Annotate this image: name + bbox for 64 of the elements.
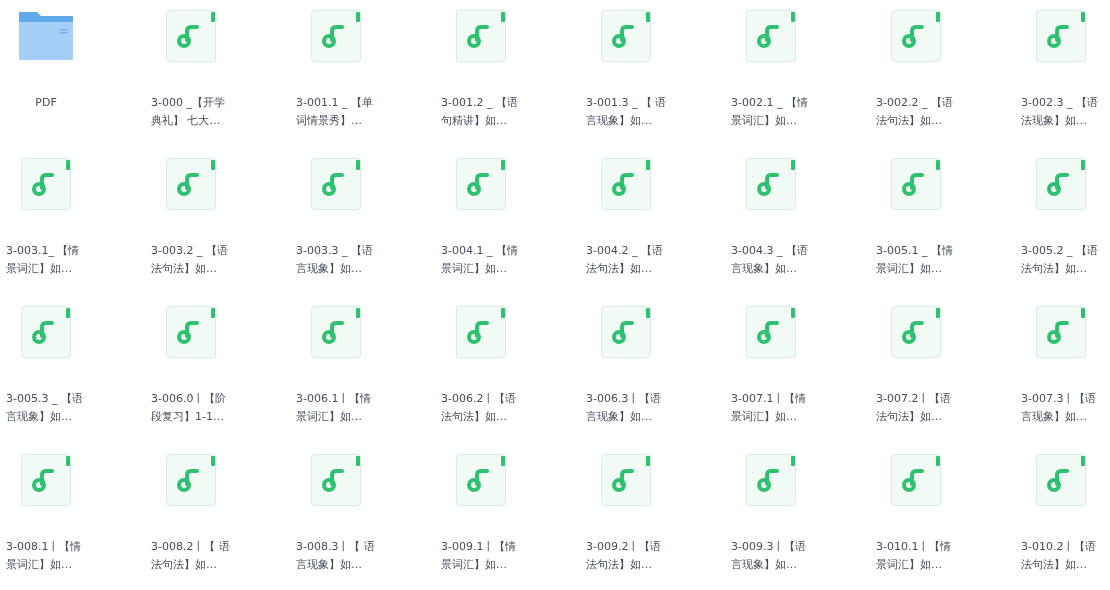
audio-file-icon — [311, 306, 361, 358]
file-name[interactable]: 3-008.3丨【 语 言现象】如… — [296, 538, 376, 574]
file-name[interactable]: 3-001.3 _ 【 语 言现象】如… — [586, 94, 666, 130]
audio-file-icon — [601, 10, 651, 62]
file-name[interactable]: 3-005.1 _ 【情 景词汇】如… — [876, 242, 956, 278]
audio-file-icon — [1036, 10, 1086, 62]
audio-file-icon — [1036, 158, 1086, 210]
file-name[interactable]: 3-001.1 _ 【单 词情景秀】… — [296, 94, 376, 130]
audio-file-icon — [311, 10, 361, 62]
file-name[interactable]: PDF — [6, 94, 86, 112]
file-name[interactable]: 3-000 _【开学 典礼】 七大… — [151, 94, 231, 130]
audio-file-icon — [601, 306, 651, 358]
file-name[interactable]: 3-004.1 _ 【情 景词汇】如… — [441, 242, 521, 278]
file-name[interactable]: 3-006.0丨【阶 段复习】1-1… — [151, 390, 231, 426]
audio-file-icon — [601, 454, 651, 506]
audio-file-icon — [746, 306, 796, 358]
audio-file-icon — [21, 306, 71, 358]
audio-file-icon — [746, 454, 796, 506]
file-name[interactable]: 3-002.1 _ 【情 景词汇】如… — [731, 94, 811, 130]
file-name[interactable]: 3-005.2 _ 【语 法句法】如… — [1021, 242, 1101, 278]
file-name[interactable]: 3-008.2丨【 语 法句法】如… — [151, 538, 231, 574]
audio-file-icon — [311, 454, 361, 506]
audio-file-icon — [601, 158, 651, 210]
audio-file-icon — [456, 306, 506, 358]
audio-file-icon — [166, 10, 216, 62]
audio-file-icon — [891, 10, 941, 62]
audio-file-icon — [166, 306, 216, 358]
file-name[interactable]: 3-002.2 _ 【语 法句法】如… — [876, 94, 956, 130]
folder-icon — [17, 10, 75, 62]
file-name[interactable]: 3-003.2 _ 【语 法句法】如… — [151, 242, 231, 278]
audio-file-icon — [311, 158, 361, 210]
file-name[interactable]: 3-007.3丨【语 言现象】如… — [1021, 390, 1101, 426]
file-name[interactable]: 3-009.1丨【情 景词汇】如… — [441, 538, 521, 574]
file-name[interactable]: 3-004.3 _ 【语 言现象】如… — [731, 242, 811, 278]
audio-file-icon — [891, 306, 941, 358]
file-name[interactable]: 3-009.2丨【语 法句法】如… — [586, 538, 666, 574]
audio-file-icon — [456, 454, 506, 506]
file-name[interactable]: 3-010.1丨【情 景词汇】如… — [876, 538, 956, 574]
audio-file-icon — [1036, 454, 1086, 506]
file-name[interactable]: 3-006.1丨【情 景词汇】如… — [296, 390, 376, 426]
file-name[interactable]: 3-004.2 _ 【语 法句法】如… — [586, 242, 666, 278]
audio-file-icon — [166, 454, 216, 506]
audio-file-icon — [456, 158, 506, 210]
audio-file-icon — [21, 158, 71, 210]
audio-file-icon — [21, 454, 71, 506]
file-name[interactable]: 3-007.1丨【情 景词汇】如… — [731, 390, 811, 426]
file-name[interactable]: 3-001.2 _ 【语 句精讲】如… — [441, 94, 521, 130]
file-name[interactable]: 3-003.3 _ 【语 言现象】如… — [296, 242, 376, 278]
file-name[interactable]: 3-008.1丨【情 景词汇】如… — [6, 538, 86, 574]
file-name[interactable]: 3-002.3 _ 【语 法现象】如… — [1021, 94, 1101, 130]
file-name[interactable]: 3-007.2丨【语 法句法】如… — [876, 390, 956, 426]
audio-file-icon — [166, 158, 216, 210]
audio-file-icon — [891, 158, 941, 210]
file-name[interactable]: 3-003.1_ 【情 景词汇】如… — [6, 242, 86, 278]
file-name[interactable]: 3-010.2丨【语 法句法】如… — [1021, 538, 1101, 574]
audio-file-icon — [746, 158, 796, 210]
file-name[interactable]: 3-009.3丨【语 言现象】如… — [731, 538, 811, 574]
file-name[interactable]: 3-006.3丨【语 言现象】如… — [586, 390, 666, 426]
audio-file-icon — [891, 454, 941, 506]
audio-file-icon — [1036, 306, 1086, 358]
audio-file-icon — [746, 10, 796, 62]
file-name[interactable]: 3-006.2丨【语 法句法】如… — [441, 390, 521, 426]
audio-file-icon — [456, 10, 506, 62]
file-name[interactable]: 3-005.3 _ 【语 言现象】如… — [6, 390, 86, 426]
